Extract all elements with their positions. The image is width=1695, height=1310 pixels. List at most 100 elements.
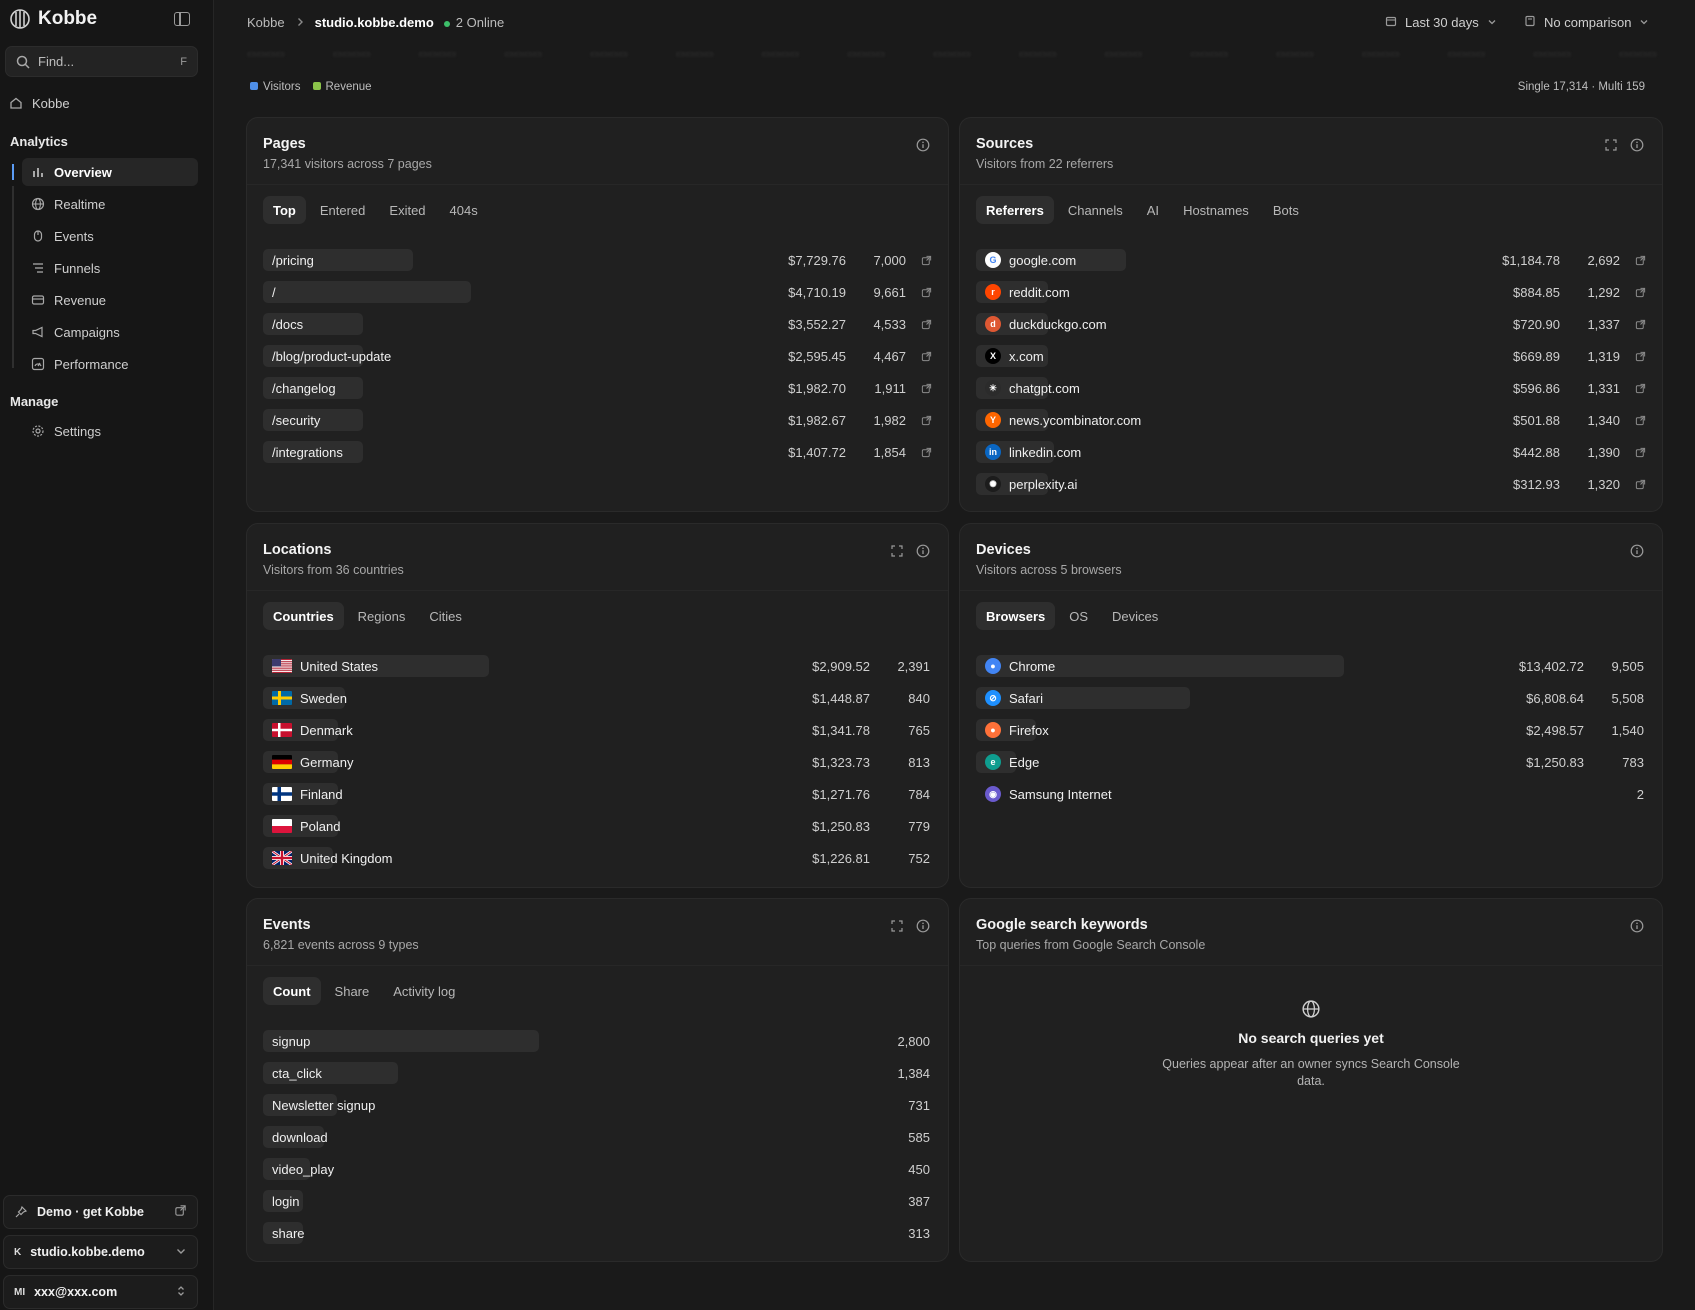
list-item[interactable]: ✳ chatgpt.com $596.86 1,331: [976, 372, 1646, 404]
external-link-icon[interactable]: [1620, 351, 1646, 362]
sidebar-item-revenue[interactable]: Revenue: [22, 286, 198, 314]
sidebar-item-events[interactable]: Events: [22, 222, 198, 250]
brand[interactable]: Kobbe: [10, 6, 97, 32]
tab-ai[interactable]: AI: [1137, 196, 1169, 224]
tab-regions[interactable]: Regions: [348, 602, 416, 630]
list-item[interactable]: r reddit.com $884.85 1,292: [976, 276, 1646, 308]
expand-icon[interactable]: [890, 544, 904, 558]
list-item[interactable]: Sweden $1,448.87 840: [263, 682, 932, 714]
info-icon[interactable]: [1630, 919, 1644, 933]
site-switcher[interactable]: K studio.kobbe.demo: [3, 1235, 198, 1269]
info-icon[interactable]: [916, 919, 930, 933]
list-item[interactable]: cta_click 1,384: [263, 1057, 932, 1089]
info-icon[interactable]: [916, 138, 930, 152]
comparison-select[interactable]: No comparison: [1524, 15, 1649, 30]
date-range-select[interactable]: Last 30 days: [1385, 15, 1497, 30]
list-item[interactable]: ✺ perplexity.ai $312.93 1,320: [976, 468, 1646, 500]
list-item[interactable]: d duckduckgo.com $720.90 1,337: [976, 308, 1646, 340]
list-item[interactable]: ● Firefox $2,498.57 1,540: [976, 714, 1646, 746]
tab-share[interactable]: Share: [325, 977, 380, 1005]
tab-activity-log[interactable]: Activity log: [383, 977, 465, 1005]
legend-visitors[interactable]: Visitors: [250, 81, 301, 93]
list-item[interactable]: /integrations $1,407.72 1,854: [263, 436, 932, 468]
list-item[interactable]: /pricing $7,729.76 7,000: [263, 244, 932, 276]
visitor-count: 450: [908, 1161, 930, 1177]
tab-channels[interactable]: Channels: [1058, 196, 1133, 224]
list-item[interactable]: Germany $1,323.73 813: [263, 746, 932, 778]
list-item[interactable]: /docs $3,552.27 4,533: [263, 308, 932, 340]
info-icon[interactable]: [916, 544, 930, 558]
list-item[interactable]: ● Chrome $13,402.72 9,505: [976, 650, 1646, 682]
list-item[interactable]: Poland $1,250.83 779: [263, 810, 932, 842]
info-icon[interactable]: [1630, 544, 1644, 558]
external-link-icon[interactable]: [906, 415, 932, 426]
sidebar-toggle-icon[interactable]: [174, 12, 190, 26]
legend-revenue[interactable]: Revenue: [312, 81, 372, 93]
sidebar-item-performance[interactable]: Performance: [22, 350, 198, 378]
list-item[interactable]: e Edge $1,250.83 783: [976, 746, 1646, 778]
list-item[interactable]: ◉ Samsung Internet 2: [976, 778, 1646, 810]
sidebar-item-funnels[interactable]: Funnels: [22, 254, 198, 282]
list-item[interactable]: share 313: [263, 1217, 932, 1249]
tab-top[interactable]: Top: [263, 196, 306, 224]
list-item[interactable]: /changelog $1,982.70 1,911: [263, 372, 932, 404]
list-item[interactable]: Ynews.ycombinator.com $501.88 1,340: [976, 404, 1646, 436]
demo-card[interactable]: Demo · get Kobbe: [3, 1195, 198, 1229]
tab-bots[interactable]: Bots: [1263, 196, 1309, 224]
sidebar-item-home[interactable]: Kobbe: [9, 89, 70, 117]
list-item[interactable]: video_play 450: [263, 1153, 932, 1185]
tab-entered[interactable]: Entered: [310, 196, 376, 224]
list-item[interactable]: ⊘ Safari $6,808.64 5,508: [976, 682, 1646, 714]
external-link-icon[interactable]: [1620, 383, 1646, 394]
info-icon[interactable]: [1630, 138, 1644, 152]
list-item[interactable]: signup 2,800: [263, 1025, 932, 1057]
external-link-icon[interactable]: [906, 255, 932, 266]
external-link-icon[interactable]: [1620, 447, 1646, 458]
list-item[interactable]: /blog/product-update $2,595.45 4,467: [263, 340, 932, 372]
external-link-icon[interactable]: [174, 1204, 187, 1220]
tab-cities[interactable]: Cities: [419, 602, 472, 630]
external-link-icon[interactable]: [906, 447, 932, 458]
external-link-icon[interactable]: [906, 319, 932, 330]
list-item[interactable]: United Kingdom $1,226.81 752: [263, 842, 932, 874]
list-item[interactable]: Newsletter signup 731: [263, 1089, 932, 1121]
sidebar-item-overview[interactable]: Overview: [22, 158, 198, 186]
external-link-icon[interactable]: [1620, 287, 1646, 298]
external-link-icon[interactable]: [1620, 319, 1646, 330]
sidebar-item-settings[interactable]: Settings: [22, 417, 198, 445]
expand-icon[interactable]: [890, 919, 904, 933]
list-item[interactable]: /security $1,982.67 1,982: [263, 404, 932, 436]
list-item[interactable]: login 387: [263, 1185, 932, 1217]
list-item[interactable]: Finland $1,271.76 784: [263, 778, 932, 810]
list-item[interactable]: Xx.com $669.89 1,319: [976, 340, 1646, 372]
sidebar-item-campaigns[interactable]: Campaigns: [22, 318, 198, 346]
tab-hostnames[interactable]: Hostnames: [1173, 196, 1259, 224]
list-item[interactable]: Denmark $1,341.78 765: [263, 714, 932, 746]
tab-404s[interactable]: 404s: [440, 196, 488, 224]
sidebar-item-realtime[interactable]: Realtime: [22, 190, 198, 218]
external-link-icon[interactable]: [1620, 255, 1646, 266]
tab-count[interactable]: Count: [263, 977, 321, 1005]
list-item[interactable]: in linkedin.com $442.88 1,390: [976, 436, 1646, 468]
list-item[interactable]: United States $2,909.52 2,391: [263, 650, 932, 682]
external-link-icon[interactable]: [1620, 415, 1646, 426]
tab-referrers[interactable]: Referrers: [976, 196, 1054, 224]
external-link-icon[interactable]: [906, 351, 932, 362]
external-link-icon[interactable]: [906, 287, 932, 298]
tab-exited[interactable]: Exited: [379, 196, 435, 224]
search-input[interactable]: Find... F: [5, 46, 198, 77]
external-link-icon[interactable]: [906, 383, 932, 394]
external-link-icon[interactable]: [1620, 479, 1646, 490]
tab-os[interactable]: OS: [1059, 602, 1098, 630]
tab-browsers[interactable]: Browsers: [976, 602, 1056, 630]
expand-icon[interactable]: [1604, 138, 1618, 152]
tab-devices[interactable]: Devices: [1102, 602, 1168, 630]
list-item[interactable]: Ggoogle.com $1,184.78 2,692: [976, 244, 1646, 276]
user-menu[interactable]: MI xxx@xxx.com: [3, 1275, 198, 1309]
list-item[interactable]: download 585: [263, 1121, 932, 1153]
tab-countries[interactable]: Countries: [263, 602, 344, 630]
breadcrumb-site[interactable]: studio.kobbe.demo: [315, 15, 434, 30]
breadcrumb-root[interactable]: Kobbe: [247, 15, 285, 30]
list-item[interactable]: / $4,710.19 9,661: [263, 276, 932, 308]
row-label: Newsletter signup: [263, 1098, 375, 1113]
